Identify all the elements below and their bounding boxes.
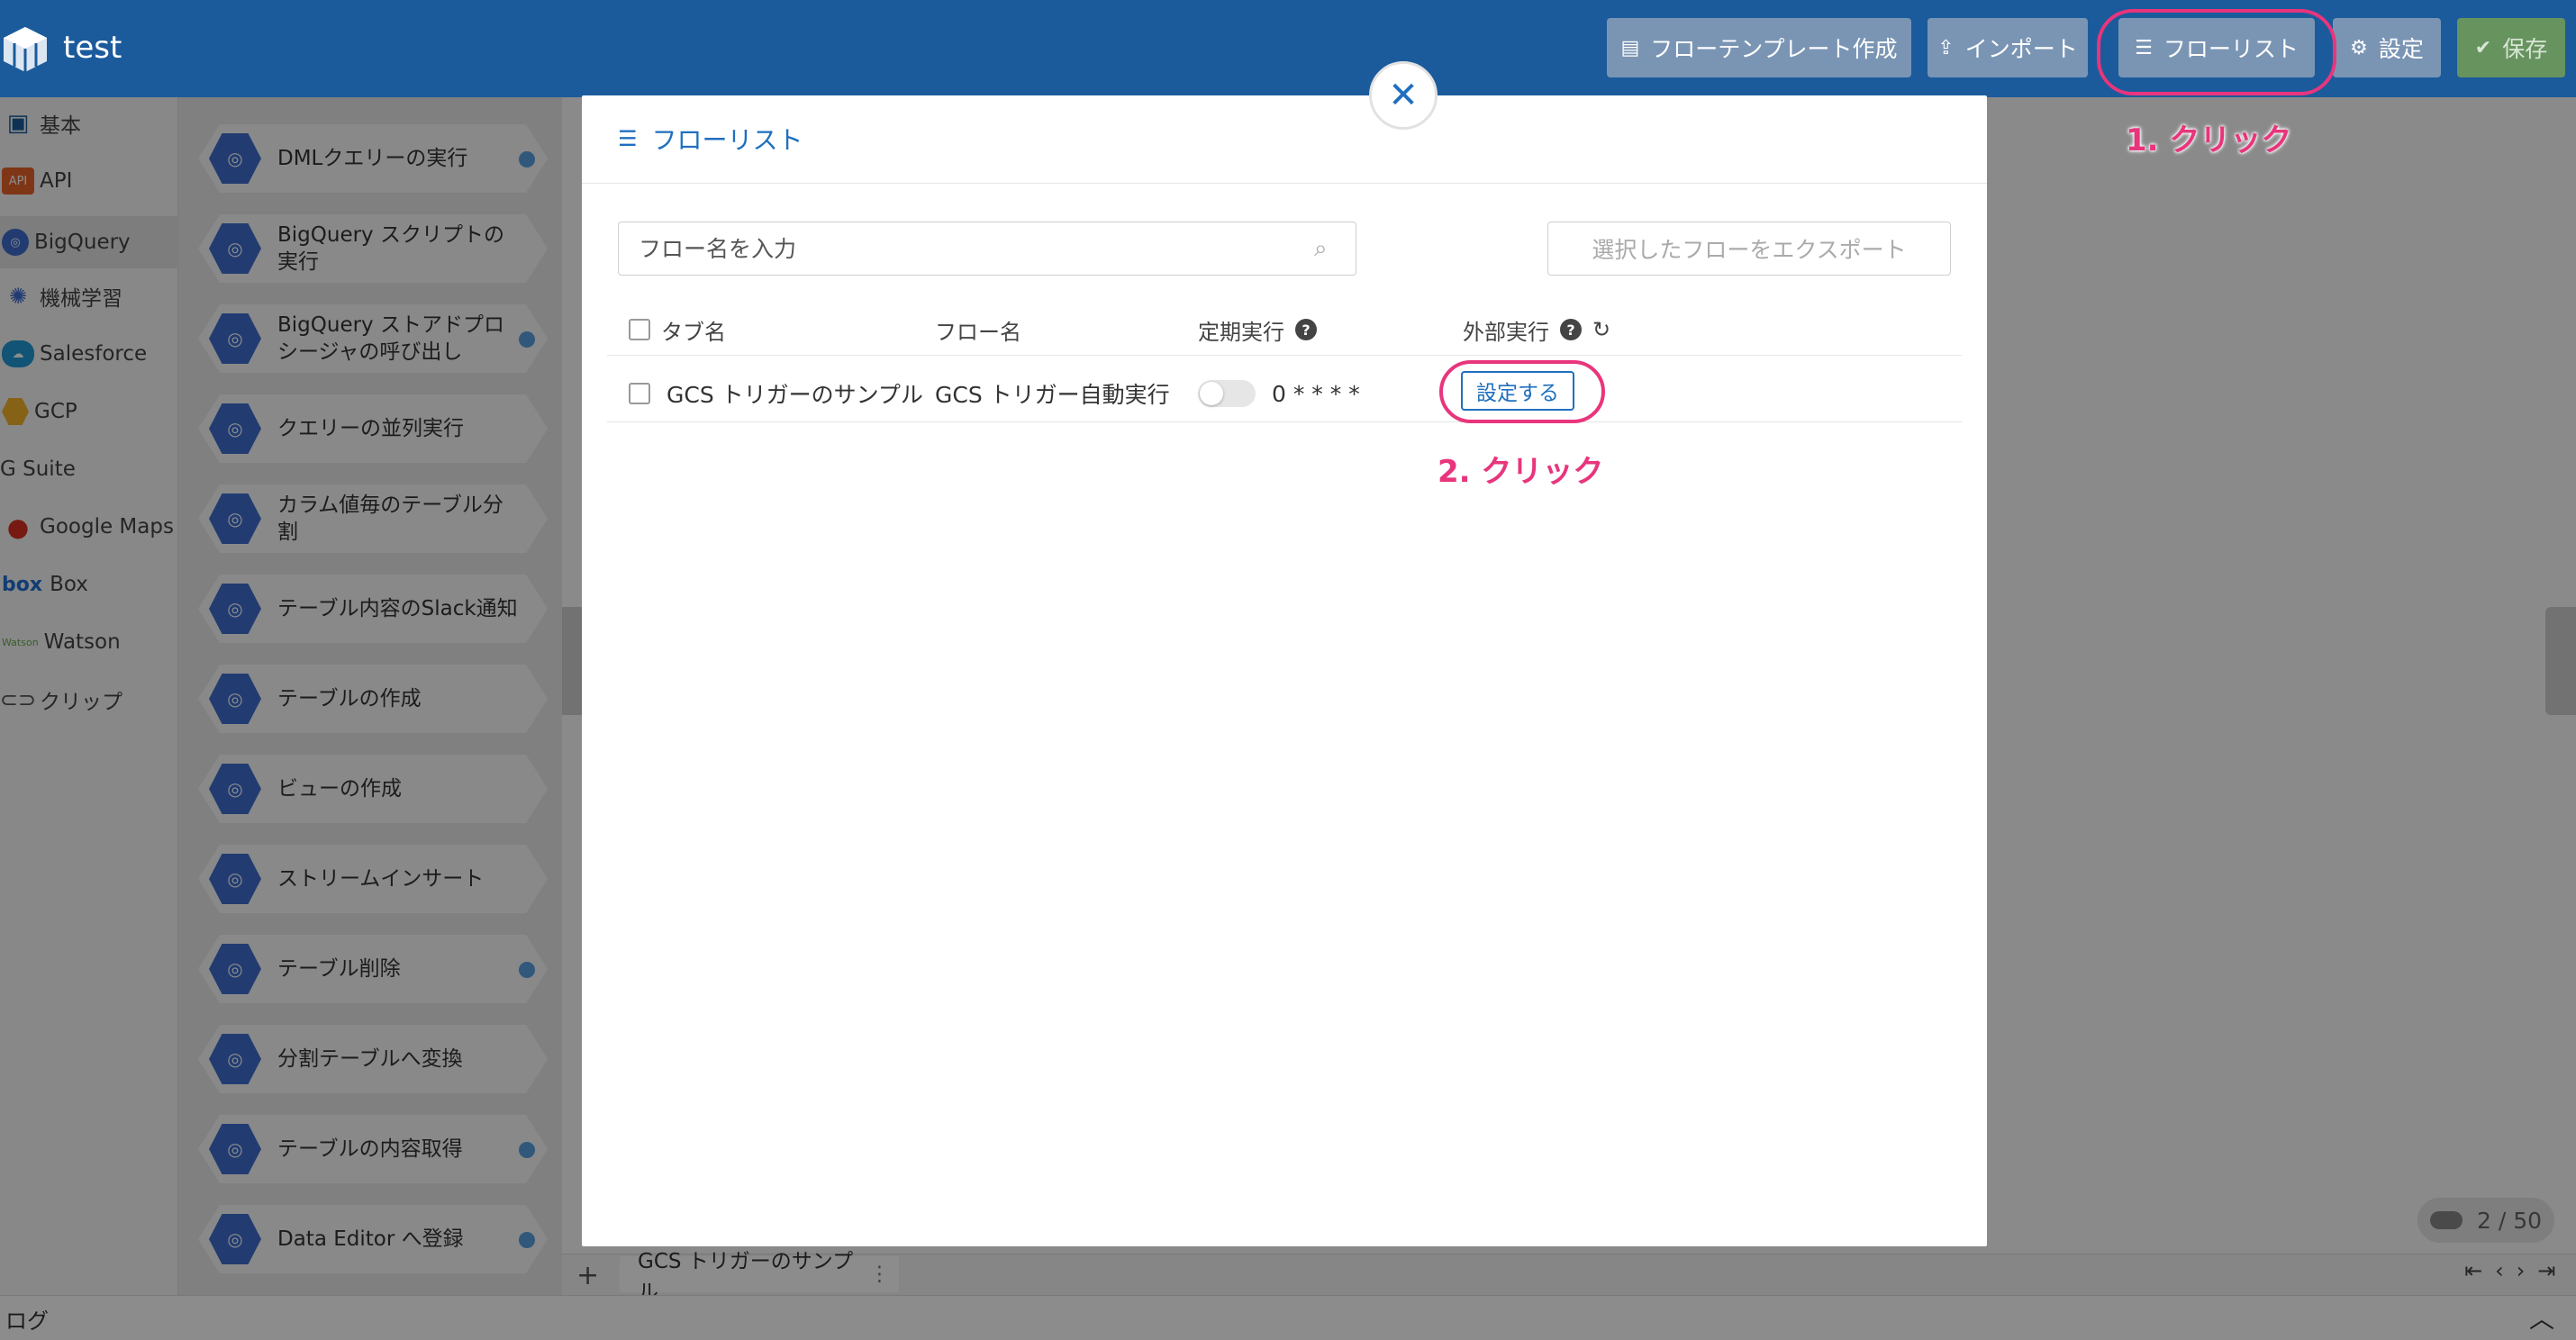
category-api[interactable]: API API — [0, 158, 178, 204]
watson-logo-icon: Watson — [2, 636, 39, 648]
export-selected-button[interactable]: 選択したフローをエクスポート — [1547, 222, 1951, 276]
info-icon[interactable] — [519, 1232, 535, 1248]
save-button[interactable]: ✔ 保存 — [2457, 18, 2565, 77]
app-logo-icon — [4, 27, 47, 72]
kebab-menu-icon[interactable]: ⋮ — [869, 1263, 890, 1286]
schedule-cell: 0 * * * * — [1198, 371, 1360, 416]
app-title: test — [63, 30, 122, 66]
category-watson[interactable]: Watson Watson — [0, 620, 178, 665]
chevron-up-icon[interactable]: ︿ — [2529, 1299, 2554, 1335]
help-icon[interactable]: ? — [1560, 319, 1582, 340]
flow-search-box: ⌕ — [618, 222, 1356, 276]
category-google-maps[interactable]: ● Google Maps — [0, 504, 178, 549]
check-circle-icon: ✔ — [2474, 36, 2492, 59]
flow-list-modal: ☰ フローリスト ⌕ 選択したフローをエクスポート タブ名 フロー名 定期実行 … — [582, 95, 1987, 1246]
info-icon[interactable] — [519, 1142, 535, 1158]
modal-header: ☰ フローリスト — [582, 95, 1987, 184]
select-all-checkbox[interactable] — [629, 319, 650, 340]
bigquery-icon: ◎ — [2, 229, 29, 256]
list-icon: ☰ — [618, 126, 638, 151]
annotation-ring-setup — [1439, 360, 1605, 423]
node-palette: ◎ DMLクエリーの実行 ◎ BigQuery スクリプトの実行 ◎ BigQu… — [178, 97, 562, 1295]
schedule-toggle[interactable] — [1198, 380, 1256, 407]
flow-template-button[interactable]: ▤ フローテンプレート作成 — [1607, 18, 1911, 77]
gear-icon: ⚙ — [2350, 36, 2368, 59]
api-icon: API — [2, 168, 34, 195]
cube-icon: ▣ — [6, 110, 30, 137]
category-salesforce[interactable]: ☁ Salesforce — [0, 331, 178, 376]
info-icon[interactable] — [519, 151, 535, 168]
refresh-icon[interactable]: ↻ — [1592, 317, 1610, 342]
flow-tab[interactable]: GCS トリガーのサンプル ⋮ — [620, 1250, 899, 1304]
category-g-suite[interactable]: G Suite — [0, 447, 178, 492]
row-checkbox[interactable] — [629, 383, 650, 404]
map-pin-icon: ● — [6, 512, 30, 542]
column-header-flow: フロー名 — [935, 319, 1021, 345]
box-logo-icon: box — [2, 573, 43, 596]
column-header-schedule: 定期実行 ? — [1198, 308, 1317, 351]
category-bigquery[interactable]: ◎ BigQuery — [0, 216, 178, 268]
log-panel: ログ ︿ — [0, 1295, 2576, 1340]
category-box[interactable]: box Box — [0, 562, 178, 607]
tab-navigation[interactable]: ⇤‹›⇥ — [2464, 1258, 2568, 1283]
salesforce-icon: ☁ — [2, 340, 34, 367]
brain-icon: ✺ — [8, 284, 28, 309]
column-header-external: 外部実行 ? ↻ — [1463, 317, 1611, 345]
g-suite-logo: G Suite — [0, 457, 76, 481]
search-icon: ⌕ — [1314, 235, 1328, 262]
add-tab-button[interactable]: + — [576, 1260, 599, 1291]
import-button[interactable]: ⇪ インポート — [1927, 18, 2088, 77]
flow-name-cell: GCS トリガー自動実行 — [935, 382, 1170, 408]
category-gcp[interactable]: GCP — [0, 389, 178, 434]
flow-search-input[interactable] — [619, 222, 1285, 275]
category-sidebar: ▣ 基本 API API ◎ BigQuery ✺ 機械学習 ☁ Salesfo… — [0, 97, 178, 1295]
document-icon: ▤ — [1620, 36, 1640, 59]
right-panel-handle[interactable] — [2545, 607, 2576, 715]
annotation-step2: 2. クリック — [1438, 454, 1604, 490]
table-row[interactable]: GCS トリガーのサンプル — [629, 371, 923, 416]
category-clip[interactable]: ⊂⊃ クリップ — [0, 677, 178, 722]
close-icon[interactable]: ✕ — [1369, 61, 1438, 130]
page-indicator: 2 / 50 — [2417, 1198, 2554, 1243]
flow-tab-bar: + GCS トリガーのサンプル ⋮ ⇤‹›⇥ — [562, 1250, 2576, 1304]
category-basic[interactable]: ▣ 基本 — [0, 101, 178, 146]
paperclip-icon: ⊂⊃ — [0, 687, 37, 712]
log-label[interactable]: ログ — [5, 1303, 49, 1335]
select-all-checkbox-cell: タブ名 — [629, 308, 726, 351]
gcp-icon — [2, 398, 29, 425]
modal-title: ☰ フローリスト — [618, 125, 803, 155]
upload-icon: ⇪ — [1937, 36, 1955, 59]
annotation-step1: 1. クリック — [2126, 122, 2292, 158]
palette-collapse-handle[interactable] — [562, 607, 582, 715]
info-icon[interactable] — [519, 331, 535, 348]
category-machine-learning[interactable]: ✺ 機械学習 — [0, 274, 178, 319]
pill-icon — [2429, 1211, 2463, 1229]
info-icon[interactable] — [519, 962, 535, 978]
help-icon[interactable]: ? — [1295, 319, 1317, 340]
annotation-ring-flow-list — [2097, 9, 2336, 95]
settings-button[interactable]: ⚙ 設定 — [2333, 18, 2441, 77]
